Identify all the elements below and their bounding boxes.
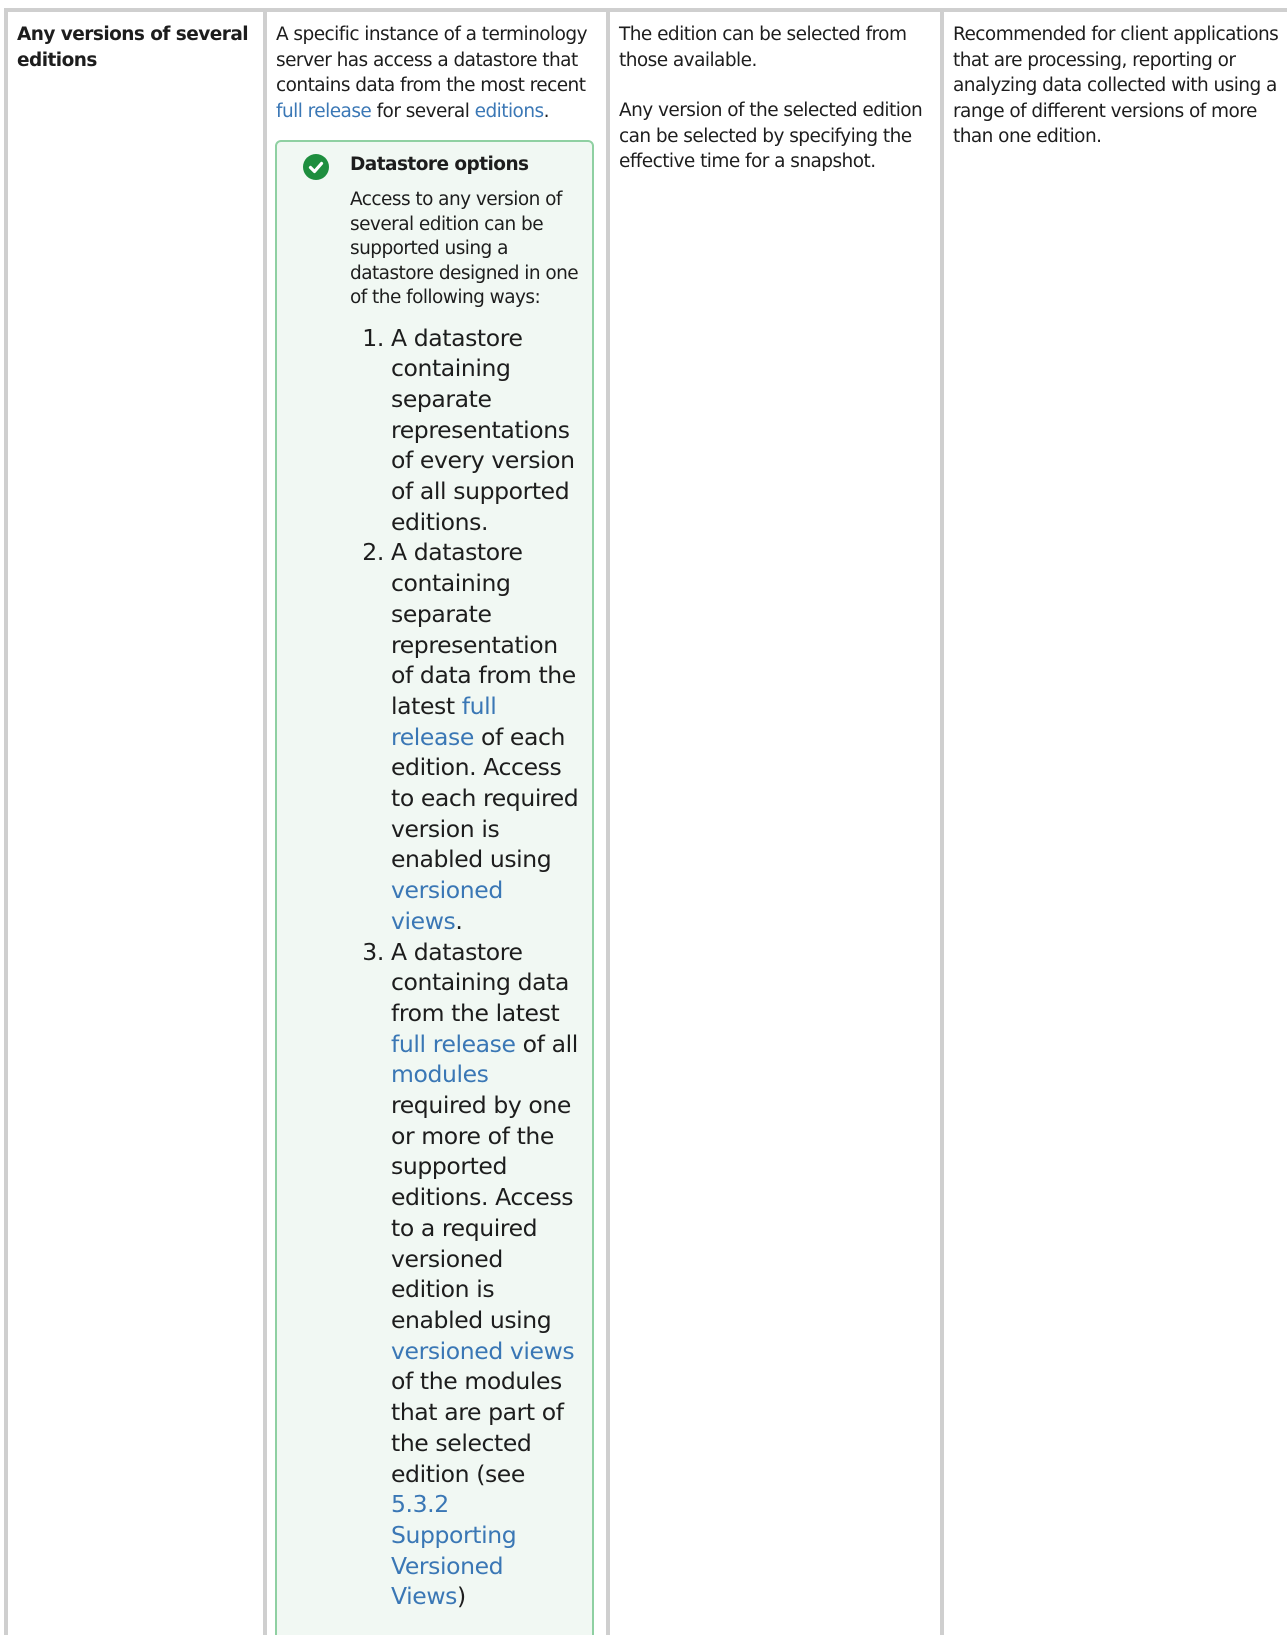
recommendation-text: Recommended for client applications that…: [953, 24, 1279, 147]
description-cell: A specific instance of a terminology ser…: [265, 10, 610, 1635]
text-segment: A specific instance of a terminology ser…: [276, 24, 588, 96]
check-circle-icon: [303, 154, 329, 180]
text-segment: of all: [515, 1029, 579, 1058]
row-label-cell: Any versions of several editions: [6, 10, 267, 1635]
selection-text-1: The edition can be selected from those a…: [619, 24, 907, 71]
text-segment: for several: [371, 100, 475, 122]
text-segment: ): [457, 1582, 466, 1611]
page: Any versions of several editions A speci…: [0, 0, 1287, 1635]
callout-title: Datastore options: [350, 154, 529, 175]
list-item: A datastore containing data from the lat…: [391, 937, 580, 1612]
selection-cell: The edition can be selected from those a…: [608, 10, 944, 1635]
description-text: A specific instance of a terminology ser…: [276, 22, 596, 124]
full-release-link[interactable]: full release: [276, 101, 372, 122]
text-segment: of the modules that are part of the sele…: [391, 1367, 564, 1488]
text-segment: A datastore containing data from the lat…: [391, 937, 569, 1027]
text-segment: .: [455, 906, 463, 935]
text-segment: .: [543, 100, 550, 122]
editions-link[interactable]: editions: [475, 101, 545, 122]
datastore-options-list: A datastore containing separate represen…: [350, 323, 580, 1613]
comparison-table: Any versions of several editions A speci…: [4, 8, 1287, 1635]
text-segment: required by one or more of the supported…: [391, 1091, 574, 1334]
selection-text-2: Any version of the selected edition can …: [619, 100, 923, 172]
modules-link[interactable]: modules: [391, 1060, 489, 1088]
table-row: Any versions of several editions A speci…: [6, 10, 1287, 1635]
supporting-versioned-views-link[interactable]: 5.3.2 Supporting Versioned Views: [391, 1490, 517, 1610]
list-item: A datastore containing separate represen…: [391, 323, 580, 538]
datastore-options-callout: Datastore options Access to any version …: [275, 140, 594, 1635]
callout-body: Datastore options Access to any version …: [350, 152, 580, 1612]
versioned-views-link[interactable]: versioned views: [391, 1337, 575, 1365]
recommendation-cell: Recommended for client applications that…: [942, 10, 1287, 1635]
full-release-link[interactable]: full release: [391, 1030, 516, 1058]
text-segment: A datastore containing separate represen…: [391, 323, 575, 536]
list-item: A datastore containing separate represen…: [391, 537, 580, 936]
callout-text: Access to any version of several edition…: [350, 189, 579, 308]
row-label: Any versions of several editions: [17, 24, 249, 71]
versioned-views-link[interactable]: versioned views: [391, 876, 503, 935]
